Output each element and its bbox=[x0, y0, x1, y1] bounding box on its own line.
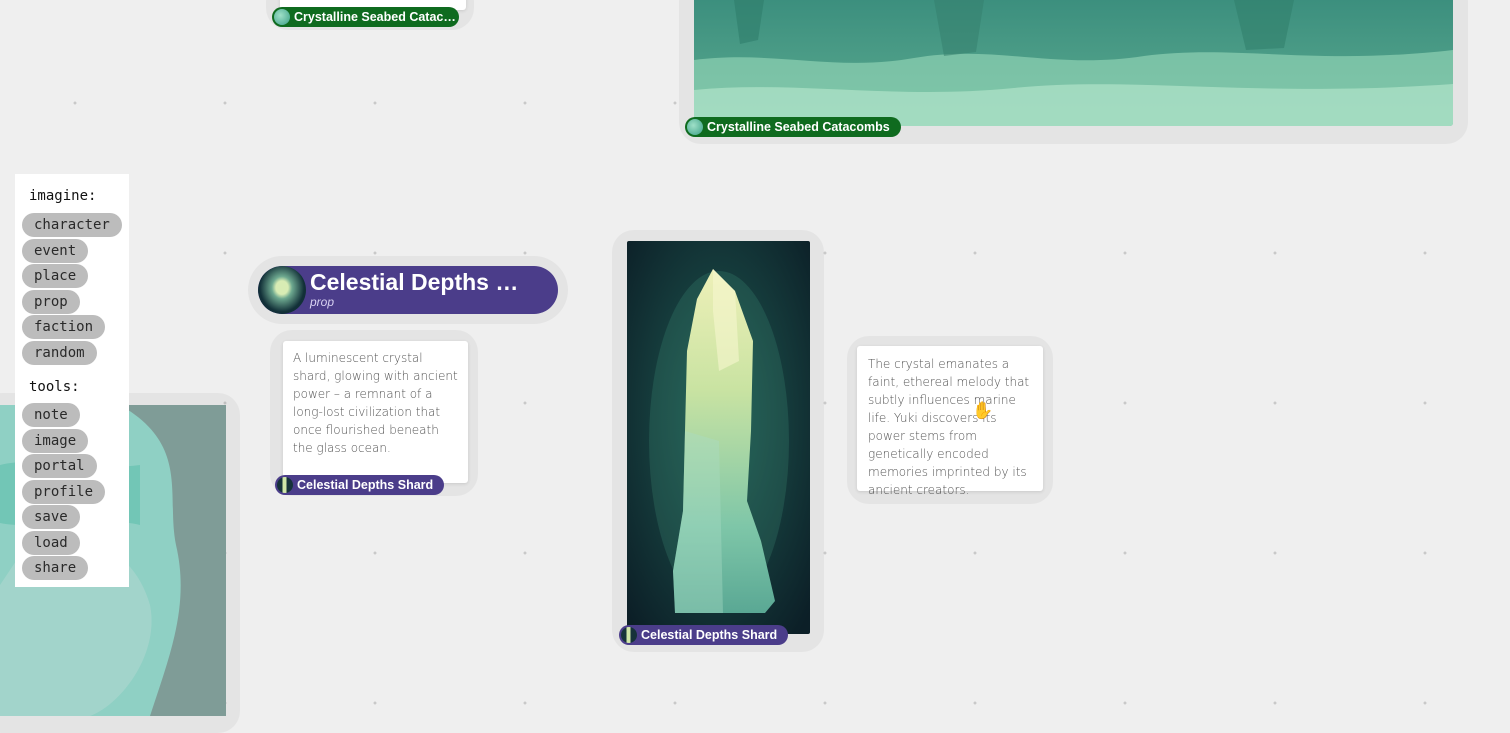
tool-profile-button[interactable]: profile bbox=[22, 480, 106, 504]
tool-share-button[interactable]: share bbox=[22, 556, 89, 580]
imagine-prop-button[interactable]: prop bbox=[22, 290, 80, 314]
place-thumbnail-icon bbox=[274, 9, 290, 25]
prop-thumbnail-icon bbox=[277, 477, 293, 493]
place-tag-label: Crystalline Seabed Catacombs bbox=[707, 120, 890, 134]
prop-tag-label: Celestial Depths Shard bbox=[641, 628, 778, 642]
imagine-heading: imagine: bbox=[29, 188, 97, 204]
tool-load-button[interactable]: load bbox=[22, 531, 80, 555]
crystal-shard-image[interactable] bbox=[627, 241, 810, 634]
prop-thumbnail-icon bbox=[258, 266, 306, 314]
place-tag-top-right[interactable]: Crystalline Seabed Catacombs bbox=[685, 117, 901, 137]
toolbar-panel: imagine: character event place prop fact… bbox=[15, 174, 129, 587]
imagine-character-button[interactable]: character bbox=[22, 213, 122, 237]
prop-type-label: prop bbox=[310, 295, 335, 309]
prop-tag-label: Celestial Depths Shard bbox=[297, 478, 434, 492]
prop-tag-note-left[interactable]: Celestial Depths Shard bbox=[275, 475, 445, 495]
imagine-place-button[interactable]: place bbox=[22, 264, 89, 288]
note-card-right[interactable]: The crystal emanates a faint, ethereal m… bbox=[857, 346, 1043, 497]
imagine-random-button[interactable]: random bbox=[22, 341, 97, 365]
tool-portal-button[interactable]: portal bbox=[22, 454, 97, 478]
tool-image-button[interactable]: image bbox=[22, 429, 89, 453]
tool-note-button[interactable]: note bbox=[22, 403, 80, 427]
seabed-catacombs-image[interactable] bbox=[694, 0, 1453, 126]
imagine-faction-button[interactable]: faction bbox=[22, 315, 106, 339]
prop-thumbnail-icon bbox=[621, 627, 637, 643]
note-text: The crystal emanates a faint, ethereal m… bbox=[868, 357, 1030, 497]
grab-hand-icon: ✋ bbox=[972, 401, 994, 421]
tools-heading: tools: bbox=[29, 379, 80, 395]
tool-save-button[interactable]: save bbox=[22, 505, 80, 529]
place-thumbnail-icon bbox=[687, 119, 703, 135]
prop-tag-image[interactable]: Celestial Depths Shard bbox=[619, 625, 789, 645]
place-tag-top-left[interactable]: Crystalline Seabed Catac… bbox=[272, 7, 459, 27]
prop-title: Celestial Depths … bbox=[310, 269, 519, 295]
note-card-left[interactable]: A luminescent crystal shard, glowing wit… bbox=[283, 341, 468, 483]
note-text: A luminescent crystal shard, glowing wit… bbox=[293, 351, 458, 455]
place-tag-label: Crystalline Seabed Catac… bbox=[294, 10, 456, 24]
imagine-event-button[interactable]: event bbox=[22, 239, 89, 263]
prop-header-node[interactable]: Celestial Depths … prop bbox=[258, 266, 558, 314]
